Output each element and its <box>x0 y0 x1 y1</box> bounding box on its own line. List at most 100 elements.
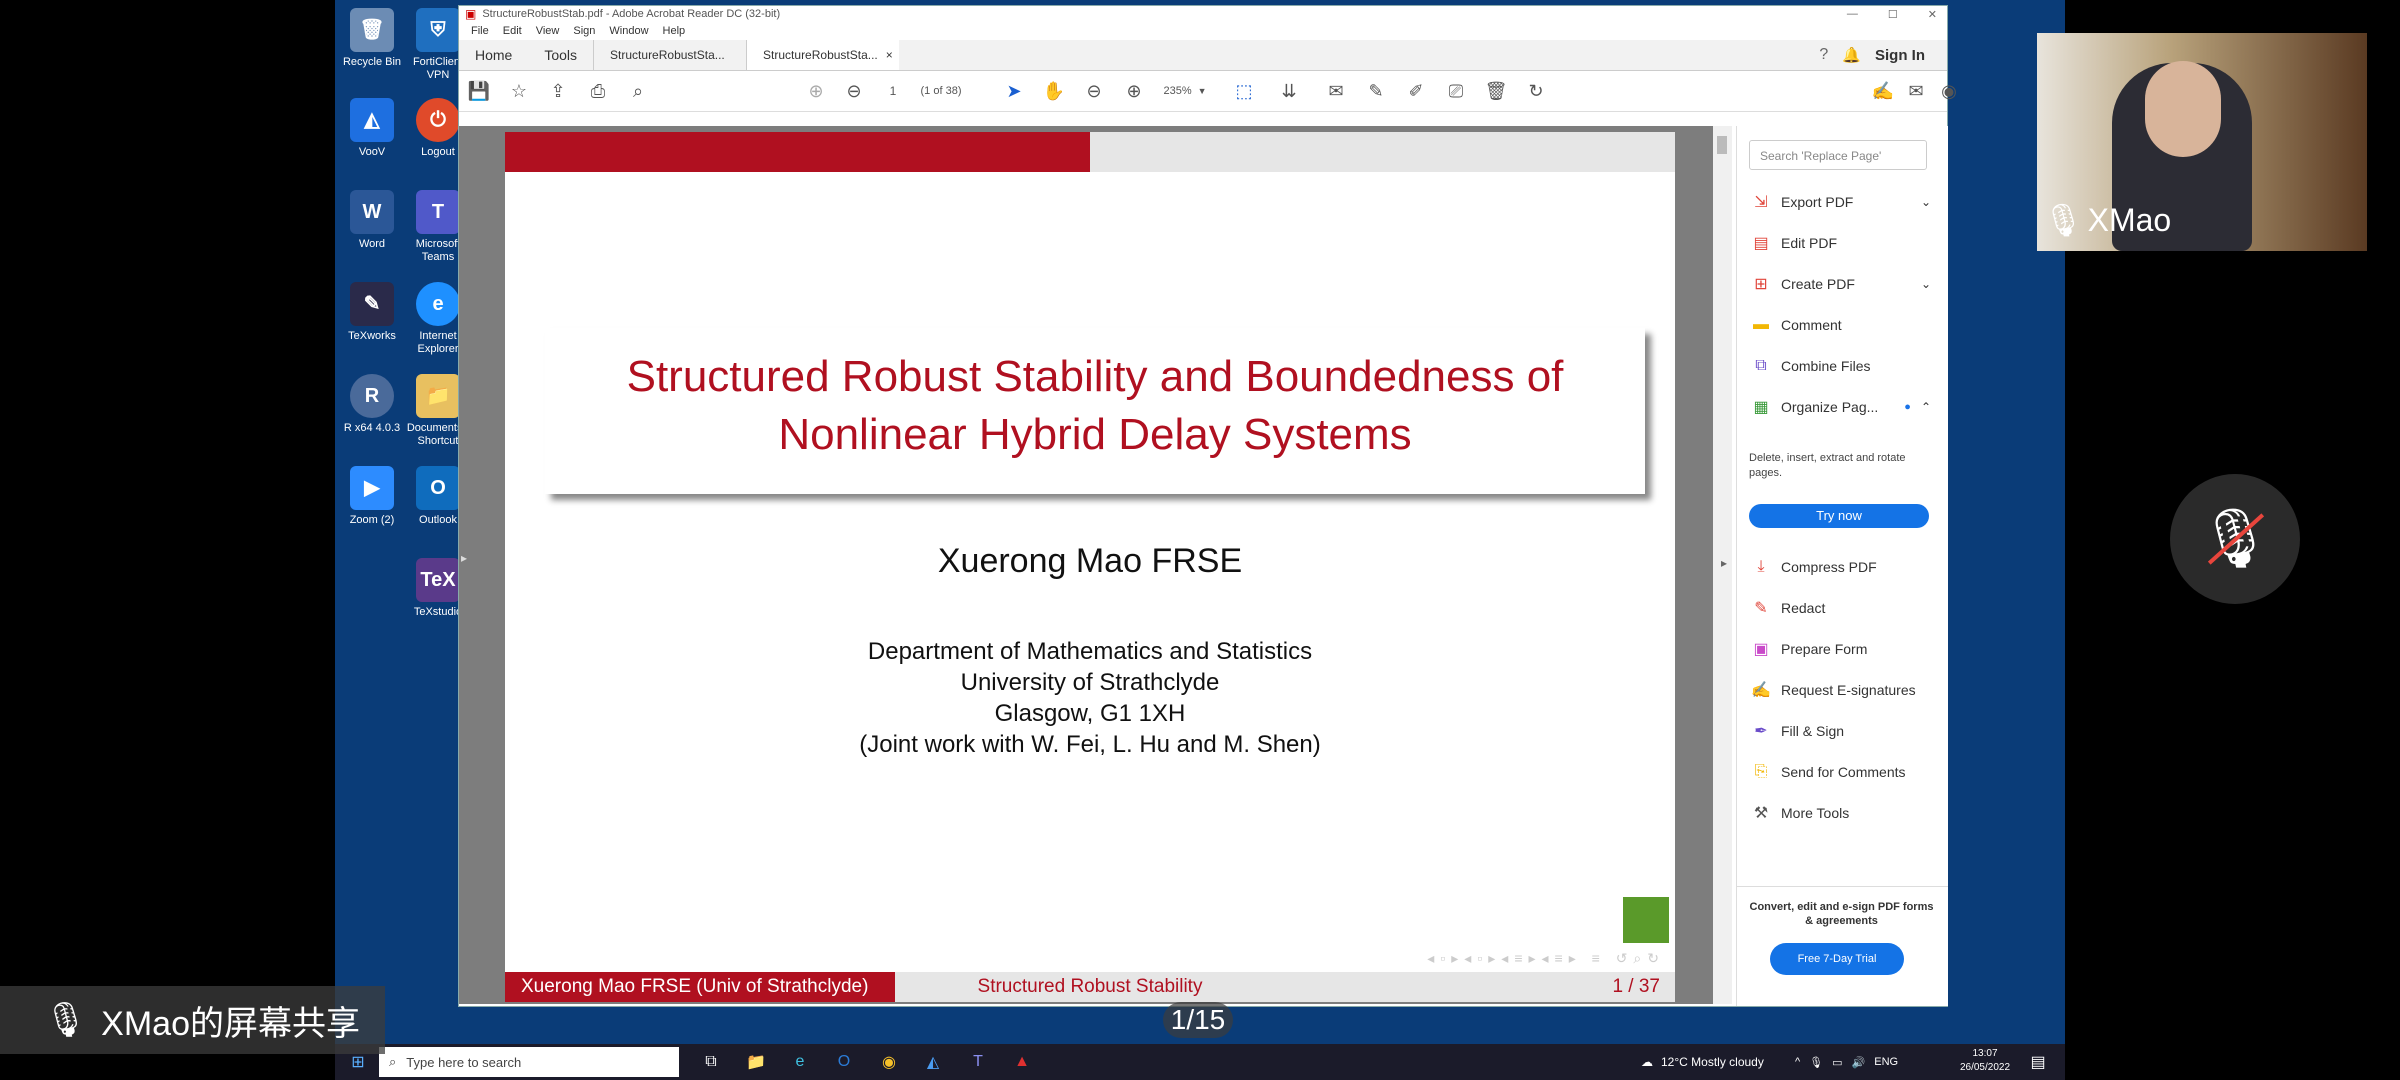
language-indicator[interactable]: ENG <box>1874 1056 1898 1068</box>
tray-expand-icon[interactable]: ^ <box>1795 1056 1800 1068</box>
close-window-icon[interactable]: ✕ <box>1928 8 1937 21</box>
tool-combine-files[interactable]: ⧉ Combine Files <box>1751 356 1870 376</box>
tool-more-tools[interactable]: ⚒ More Tools <box>1751 803 1849 823</box>
email-icon[interactable]: ✉ <box>1904 71 1928 111</box>
tool-create-pdf[interactable]: ⊞ Create PDF ⌄ <box>1751 274 1931 294</box>
outlook-icon: O <box>416 466 460 510</box>
weather-widget[interactable]: ☁ 12°C Mostly cloudy <box>1641 1044 1764 1080</box>
chrome-icon[interactable]: ◉ <box>876 1050 902 1074</box>
tab-document-2[interactable]: StructureRobustSta... × <box>746 40 900 70</box>
document-viewport[interactable]: Structured Robust Stability and Boundedn… <box>459 126 1732 1004</box>
tool-fill-sign[interactable]: ✒ Fill & Sign <box>1751 721 1844 741</box>
tools-search-input[interactable]: Search 'Replace Page' <box>1749 140 1927 170</box>
chevron-down-icon[interactable]: ⌄ <box>1921 277 1931 291</box>
account-icon[interactable]: ◉ <box>1937 71 1961 111</box>
left-pane-toggle-icon[interactable]: ▸ <box>461 551 467 565</box>
file-explorer-icon[interactable]: 📁 <box>743 1050 769 1074</box>
taskbar-search-box[interactable]: ⌕ Type here to search <box>379 1047 679 1077</box>
rotate-icon[interactable]: ↻ <box>1524 71 1548 111</box>
fit-page-icon[interactable]: ⬚ <box>1229 71 1259 111</box>
find-icon[interactable]: ⌕ <box>626 71 650 111</box>
tool-edit-pdf[interactable]: ▤ Edit PDF <box>1751 233 1837 253</box>
previous-page-icon[interactable]: ⊕ <box>804 71 828 111</box>
beamer-navigation-icons[interactable]: ◂▫▸◂▫▸◂≡▸◂≡▸ ≡ ↺⌕↻ <box>1275 950 1665 970</box>
speaker-video-tile[interactable]: 🎙 XMao <box>2037 33 2367 251</box>
tool-label: Comment <box>1781 317 1842 333</box>
chevron-down-icon[interactable]: ⌄ <box>1921 195 1931 209</box>
desktop-icon-recycle-bin[interactable]: 🗑 Recycle Bin <box>339 8 405 69</box>
tab-document-1[interactable]: StructureRobustSta... <box>593 40 746 70</box>
zoom-level-select[interactable]: 235% ▼ <box>1159 71 1211 111</box>
help-icon[interactable]: ? <box>1819 46 1828 64</box>
select-cursor-icon[interactable]: ➤ <box>1002 71 1026 111</box>
tool-request-esignatures[interactable]: ✍ Request E-signatures <box>1751 680 1916 700</box>
tool-prepare-form[interactable]: ▣ Prepare Form <box>1751 639 1867 659</box>
comment-tool-icon[interactable]: ✉ <box>1324 71 1348 111</box>
network-icon[interactable]: ▭ <box>1832 1056 1842 1069</box>
desktop-icon-word[interactable]: W Word <box>339 190 405 251</box>
delete-icon[interactable]: 🗑 <box>1484 71 1508 111</box>
voov-taskbar-icon[interactable]: ◭ <box>920 1050 946 1074</box>
desktop-icon-r[interactable]: R R x64 4.0.3 <box>339 374 405 435</box>
tool-label: Prepare Form <box>1781 641 1868 657</box>
task-view-icon[interactable]: ⧉ <box>698 1050 724 1074</box>
tab-tools[interactable]: Tools <box>528 40 593 70</box>
menu-help[interactable]: Help <box>663 25 686 37</box>
tool-comment[interactable]: ▬ Comment <box>1751 315 1842 335</box>
menu-view[interactable]: View <box>536 25 560 37</box>
tool-export-pdf[interactable]: ⇲ Export PDF ⌄ <box>1751 192 1931 212</box>
menu-window[interactable]: Window <box>609 25 648 37</box>
desktop-icon-zoom[interactable]: ▶ Zoom (2) <box>339 466 405 527</box>
chevron-up-icon[interactable]: ⌃ <box>1921 400 1931 414</box>
microphone-icon: 🎙 <box>2043 202 2084 238</box>
scrollbar-thumb[interactable] <box>1717 136 1727 154</box>
pdf-page: Structured Robust Stability and Boundedn… <box>505 132 1675 1002</box>
volume-icon[interactable]: 🔊 <box>1852 1056 1866 1069</box>
save-icon[interactable]: 💾 <box>467 71 491 111</box>
desktop-icon-texworks[interactable]: ✎ TeXworks <box>339 282 405 343</box>
upload-cloud-icon[interactable]: ⇪ <box>546 71 570 111</box>
microphone-tray-icon[interactable]: 🎙 <box>1809 1056 1823 1069</box>
tool-redact[interactable]: ✎ Redact <box>1751 598 1825 618</box>
stamp-icon[interactable]: ⎚ <box>1444 71 1468 111</box>
collapse-pane-icon[interactable]: ▸ <box>1721 556 1727 570</box>
taskbar-clock[interactable]: 13:07 26/05/2022 <box>1955 1047 2015 1075</box>
desktop-icon-voov[interactable]: ◭ VooV <box>339 98 405 159</box>
free-trial-button[interactable]: Free 7-Day Trial <box>1770 943 1904 975</box>
minimize-icon[interactable]: — <box>1847 8 1858 21</box>
notification-bell-icon[interactable]: 🔔 <box>1842 46 1861 64</box>
teams-taskbar-icon[interactable]: T <box>965 1050 991 1074</box>
voov-icon: ◭ <box>350 98 394 142</box>
edge-icon[interactable]: e <box>787 1050 813 1074</box>
try-now-button[interactable]: Try now <box>1749 504 1929 528</box>
maximize-icon[interactable]: ☐ <box>1888 8 1898 21</box>
close-tab-icon[interactable]: × <box>886 48 893 62</box>
hand-tool-icon[interactable]: ✋ <box>1042 71 1066 111</box>
zoom-out-icon[interactable]: ⊖ <box>1082 71 1106 111</box>
bookmark-star-icon[interactable]: ☆ <box>507 71 531 111</box>
sign-in-button[interactable]: Sign In <box>1875 47 1925 64</box>
notification-center-icon[interactable]: ▤ <box>2025 1050 2051 1074</box>
tool-compress-pdf[interactable]: ⤓ Compress PDF <box>1751 557 1876 577</box>
windows-taskbar: ⊞ ⌕ Type here to search ⧉ 📁 e O ◉ ◭ T ▲ … <box>335 1044 2065 1080</box>
mute-microphone-button[interactable]: 🎙 <box>2170 474 2300 604</box>
fill-sign-tool-icon[interactable]: ✍ <box>1871 71 1895 111</box>
print-icon[interactable]: ⎙ <box>586 71 610 111</box>
draw-icon[interactable]: ✐ <box>1404 71 1428 111</box>
next-page-icon[interactable]: ⊖ <box>842 71 866 111</box>
menu-sign[interactable]: Sign <box>573 25 595 37</box>
acrobat-taskbar-icon[interactable]: ▲ <box>1009 1050 1035 1074</box>
menu-file[interactable]: File <box>471 25 489 37</box>
page-number-input[interactable]: 1 <box>879 71 907 111</box>
more-tools-icon: ⚒ <box>1753 805 1769 822</box>
outlook-taskbar-icon[interactable]: O <box>831 1050 857 1074</box>
footer-author: Xuerong Mao FRSE (Univ of Strathclyde) <box>505 972 895 1002</box>
tab-home[interactable]: Home <box>459 40 528 70</box>
scroll-mode-icon[interactable]: ⇊ <box>1277 71 1301 111</box>
highlight-pen-icon[interactable]: ✎ <box>1364 71 1388 111</box>
zoom-in-icon[interactable]: ⊕ <box>1122 71 1146 111</box>
tool-organize-pages[interactable]: ▦ Organize Pag... ● ⌃ <box>1751 397 1931 417</box>
strathclyde-logo <box>1623 897 1669 943</box>
menu-edit[interactable]: Edit <box>503 25 522 37</box>
tool-send-for-comments[interactable]: ⎘ Send for Comments <box>1751 762 1906 782</box>
